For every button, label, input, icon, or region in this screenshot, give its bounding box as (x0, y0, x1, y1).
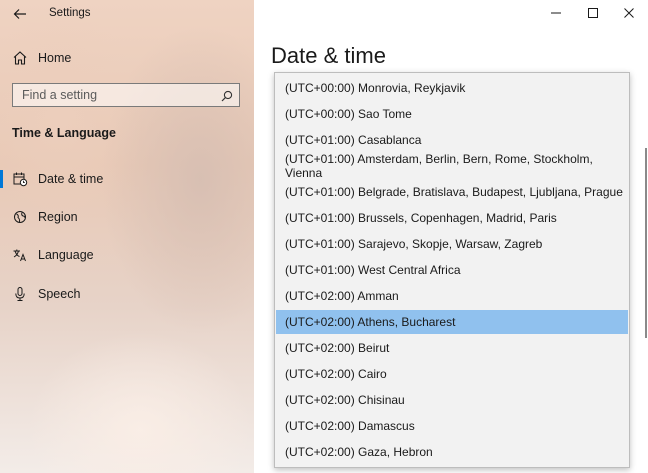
minimize-icon (551, 5, 561, 23)
timezone-option[interactable]: (UTC+02:00) Amman (276, 284, 628, 308)
back-arrow-icon[interactable] (12, 6, 28, 22)
timezone-dropdown-list[interactable]: (UTC+00:00) Monrovia, Reykjavik (UTC+00:… (274, 72, 630, 468)
maximize-button[interactable] (573, 0, 613, 28)
search-box[interactable] (12, 83, 240, 107)
globe-icon (12, 209, 28, 225)
timezone-option[interactable]: (UTC+01:00) Belgrade, Bratislava, Budape… (276, 180, 628, 204)
timezone-option[interactable]: (UTC+02:00) Cairo (276, 362, 628, 386)
sidebar-item-label: Date & time (38, 172, 104, 186)
timezone-option[interactable]: (UTC+02:00) Damascus (276, 414, 628, 438)
timezone-option-selected[interactable]: (UTC+02:00) Athens, Bucharest (276, 310, 628, 334)
page-title: Date & time (271, 43, 386, 68)
timezone-option[interactable]: (UTC+01:00) Amsterdam, Berlin, Bern, Rom… (276, 152, 628, 180)
home-label: Home (38, 51, 72, 65)
search-icon[interactable] (221, 89, 233, 102)
timezone-option[interactable]: (UTC+01:00) Sarajevo, Skopje, Warsaw, Za… (276, 232, 628, 256)
window-title: Settings (49, 7, 91, 19)
minimize-button[interactable] (536, 0, 576, 28)
sidebar-item-language[interactable]: Language (0, 237, 254, 273)
timezone-option[interactable]: (UTC+00:00) Monrovia, Reykjavik (276, 76, 628, 100)
timezone-option[interactable]: (UTC+01:00) Casablanca (276, 128, 628, 152)
language-icon (12, 247, 28, 263)
timezone-option[interactable]: (UTC+01:00) Brussels, Copenhagen, Madrid… (276, 206, 628, 230)
home-icon (12, 50, 28, 66)
close-icon (624, 5, 634, 23)
sidebar-item-date-time[interactable]: Date & time (0, 161, 254, 197)
timezone-option[interactable]: (UTC+02:00) Gaza, Hebron (276, 440, 628, 464)
search-input[interactable] (13, 84, 222, 106)
timezone-option[interactable]: (UTC+01:00) West Central Africa (276, 258, 628, 282)
close-button[interactable] (609, 0, 648, 28)
navigation-pane: Settings Home Time & Language Date & tim… (0, 0, 254, 473)
section-title: Time & Language (12, 126, 116, 140)
title-bar: Settings (0, 0, 254, 28)
timezone-option[interactable]: (UTC+02:00) Chisinau (276, 388, 628, 412)
sidebar-item-label: Region (38, 210, 78, 224)
sidebar-item-region[interactable]: Region (0, 199, 254, 235)
maximize-icon (588, 5, 598, 23)
sidebar-item-label: Language (38, 248, 94, 262)
microphone-icon (12, 286, 28, 302)
timezone-option[interactable]: (UTC+00:00) Sao Tome (276, 102, 628, 126)
timezone-option[interactable]: (UTC+02:00) Beirut (276, 336, 628, 360)
scrollbar[interactable] (645, 148, 647, 338)
sidebar-item-speech[interactable]: Speech (0, 276, 254, 312)
home-nav-item[interactable]: Home (0, 40, 254, 76)
calendar-clock-icon (12, 171, 28, 187)
sidebar-item-label: Speech (38, 287, 81, 301)
